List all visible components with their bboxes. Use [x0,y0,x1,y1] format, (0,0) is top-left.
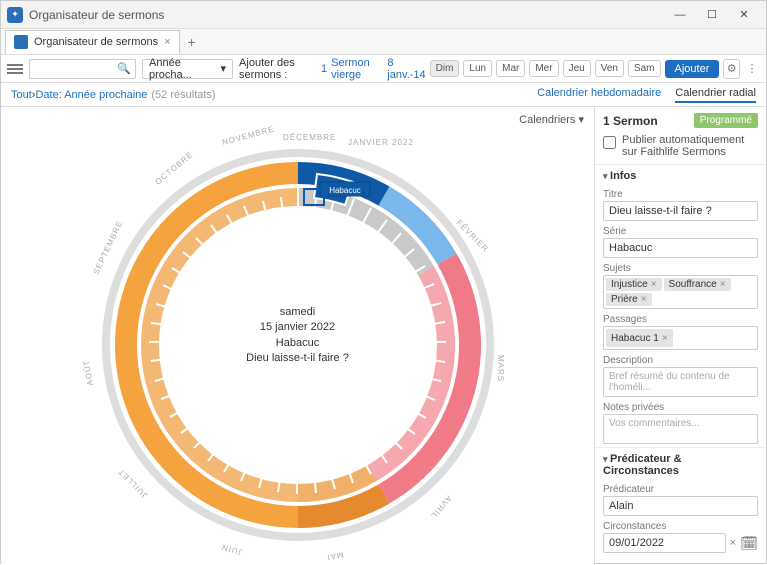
calendar-icon[interactable]: 🗓 [740,535,758,552]
window-maximize-button[interactable]: ☐ [696,1,728,29]
period-dropdown[interactable]: Année procha... ▾ [142,59,233,79]
radial-chart-area: Calendriers ▾ [1,107,594,565]
day-button-mar[interactable]: Mar [496,60,525,77]
day-button-ven[interactable]: Ven [595,60,624,77]
center-date: 15 janvier 2022 [246,321,349,336]
series-input[interactable]: Habacuc [603,238,758,258]
add-sermons-label: Ajouter des sermons : [239,57,317,81]
selected-segment-label: Habacuc [329,186,361,195]
app-icon: ✦ [7,7,23,23]
svg-text:JANVIER 2022: JANVIER 2022 [348,138,414,147]
svg-text:OCTOBRE: OCTOBRE [153,150,194,187]
subjects-input[interactable]: Injustice× Souffrance× Prière× [603,275,758,309]
chip-remove-icon[interactable]: × [641,294,647,305]
clear-date-icon[interactable]: × [730,537,736,549]
toolbar: 🔍 Année procha... ▾ Ajouter des sermons … [1,55,766,83]
sermon-count[interactable]: 1 [321,63,327,75]
settings-icon[interactable]: ⚙ [723,59,740,79]
subjects-label: Sujets [595,261,766,275]
description-input[interactable]: Bref résumé du contenu de l'homéli... [603,367,758,397]
description-label: Description [595,353,766,367]
chip-passage[interactable]: Habacuc 1× [606,329,673,347]
publish-checkbox[interactable] [603,136,616,149]
chip-remove-icon[interactable]: × [662,333,668,344]
center-title: Dieu laisse-t-il faire ? [246,351,349,366]
svg-text:JUIN: JUIN [220,543,243,557]
main-area: Calendriers ▾ [1,107,766,565]
publish-row: Publier automatiquement sur Faithlife Se… [595,134,766,164]
chip-remove-icon[interactable]: × [651,279,657,290]
preacher-label: Prédicateur [595,482,766,496]
panel-heading: 1 Sermon [603,114,694,128]
passages-label: Passages [595,312,766,326]
svg-text:NOVEMBRE: NOVEMBRE [221,125,275,147]
chevron-down-icon: ▾ [221,62,227,75]
center-series: Habacuc [246,336,349,351]
window-title: Organisateur de sermons [29,8,664,22]
series-label: Série [595,224,766,238]
chip-priere[interactable]: Prière× [606,293,652,306]
window-close-button[interactable]: ✕ [728,1,760,29]
filter-bar: Tout › Date: Année prochaine (52 résulta… [1,83,766,107]
svg-text:MARS: MARS [496,355,505,382]
circumstances-date-row: 09/01/2022 × 🗓 [603,533,758,553]
chip-remove-icon[interactable]: × [720,279,726,290]
chip-souffrance[interactable]: Souffrance× [664,278,731,291]
notes-input[interactable]: Vos commentaires... [603,414,758,444]
svg-text:AOÛT: AOÛT [81,359,94,386]
calendars-dropdown[interactable]: Calendriers ▾ [519,113,584,126]
result-count: (52 résultats) [151,89,215,101]
section-infos[interactable]: Infos [595,164,766,187]
tab-sermon-organizer[interactable]: Organisateur de sermons × [5,30,180,54]
blank-sermon-link[interactable]: Sermon vierge [331,57,383,81]
search-input[interactable]: 🔍 [29,59,136,79]
svg-text:AVRIL: AVRIL [428,494,453,521]
kebab-icon[interactable]: ⋮ [744,59,760,79]
title-label: Titre [595,187,766,201]
circumstances-date-input[interactable]: 09/01/2022 [603,533,726,553]
details-panel: 1 Sermon Programmé Publier automatiqueme… [594,107,766,565]
circumstances-label: Circonstances [595,519,766,533]
tab-close-icon[interactable]: × [164,36,170,48]
svg-text:JUILLET: JUILLET [116,467,149,500]
view-tab-weekly[interactable]: Calendrier hebdomadaire [537,87,661,103]
add-button[interactable]: Ajouter [665,60,720,78]
status-badge: Programmé [694,113,758,128]
passages-input[interactable]: Habacuc 1× [603,326,758,350]
svg-text:MAI: MAI [325,550,344,562]
day-button-sam[interactable]: Sam [628,60,661,77]
date-range-link[interactable]: 8 janv.-14 [387,57,425,81]
breadcrumb-all[interactable]: Tout [11,89,32,101]
svg-text:DÉCEMBRE: DÉCEMBRE [283,133,336,142]
center-weekday: samedi [246,305,349,320]
hamburger-icon[interactable] [7,64,23,74]
publish-label: Publier automatiquement sur Faithlife Se… [622,134,758,158]
notes-label: Notes privées [595,400,766,414]
day-button-jeu[interactable]: Jeu [563,60,591,77]
radial-center-info: samedi 15 janvier 2022 Habacuc Dieu lais… [246,305,349,367]
window-minimize-button[interactable]: — [664,1,696,29]
period-label: Année procha... [149,57,216,81]
panel-header: 1 Sermon Programmé [595,107,766,134]
breadcrumb-date[interactable]: Date: Année prochaine [35,89,147,101]
tab-label: Organisateur de sermons [34,36,158,48]
title-input[interactable]: Dieu laisse-t-il faire ? [603,201,758,221]
toolbar-right: Ajouter des sermons : 1 Sermon vierge 8 … [239,57,760,81]
tab-icon [14,35,28,49]
new-tab-button[interactable]: + [180,34,204,50]
tab-bar: Organisateur de sermons × + [1,29,766,55]
preacher-input[interactable]: Alain [603,496,758,516]
window-titlebar: ✦ Organisateur de sermons — ☐ ✕ [1,1,766,29]
view-tab-radial[interactable]: Calendrier radial [675,87,756,103]
chip-injustice[interactable]: Injustice× [606,278,662,291]
section-preacher[interactable]: Prédicateur & Circonstances [595,447,766,482]
day-button-dim[interactable]: Dim [430,60,460,77]
day-button-lun[interactable]: Lun [463,60,492,77]
day-button-mer[interactable]: Mer [529,60,558,77]
